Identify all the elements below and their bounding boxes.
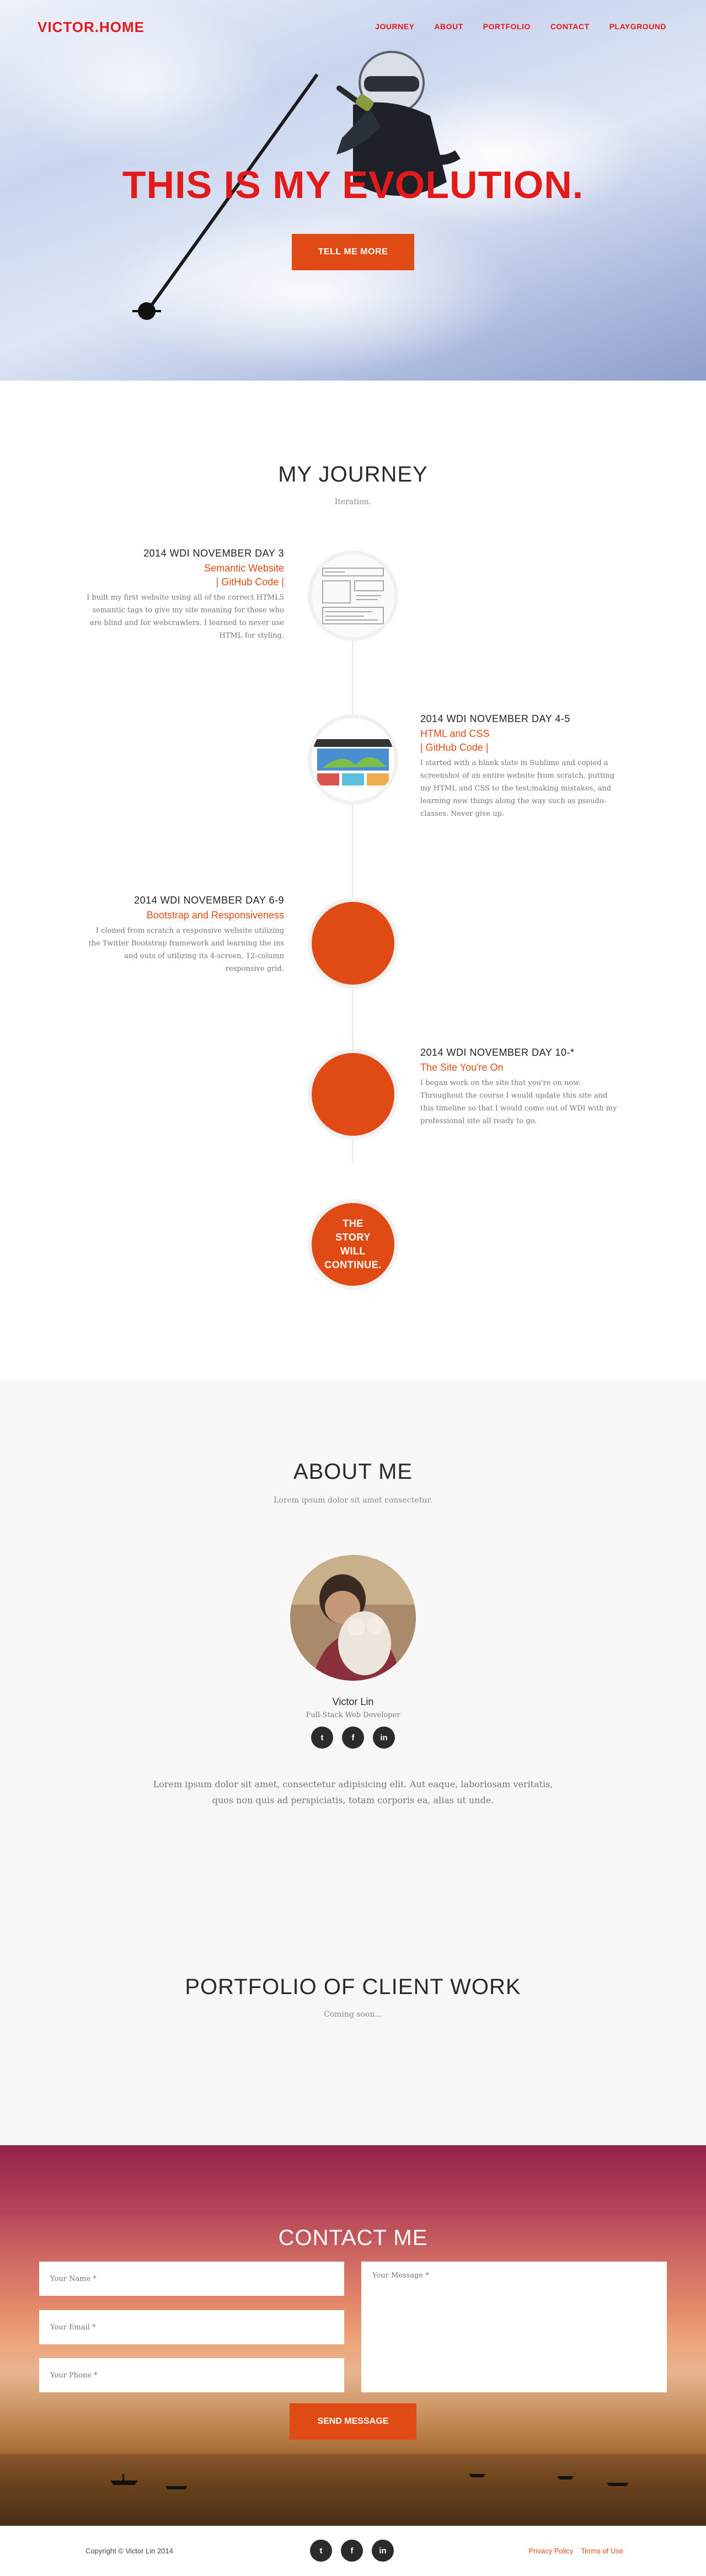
nav-portfolio[interactable]: PORTFOLIO	[483, 22, 531, 31]
about-social-links: t f in	[0, 1727, 706, 1749]
nav-journey[interactable]: JOURNEY	[375, 22, 414, 31]
about-text: Lorem ipsum dolor sit amet, consectetur …	[153, 1779, 553, 1805]
story-continue-circle: THE STORY WILL CONTINUE.	[308, 1199, 398, 1290]
timeline-item: 2014 WDI NOVEMBER DAY 3 Semantic Website…	[85, 548, 284, 642]
timeline-subtitle: The Site You're On	[420, 1062, 504, 1073]
hero-title: THIS IS MY EVOLUTION.	[122, 163, 584, 206]
timeline-date: 2014 WDI NOVEMBER DAY 6-9	[134, 895, 284, 906]
timeline-circle	[308, 898, 398, 988]
send-message-button[interactable]: SEND MESSAGE	[290, 2403, 416, 2440]
timeline-description: I started with a blank slate in Sublime …	[420, 759, 615, 818]
journey-title: MY JOURNEY	[278, 462, 428, 487]
wireframe-sketch-image	[312, 554, 394, 637]
terms-of-use-link[interactable]: Terms of Use	[581, 2547, 623, 2555]
website-screenshot-image	[312, 718, 394, 801]
phone-field[interactable]	[39, 2358, 344, 2392]
boats-silhouette	[0, 2454, 706, 2526]
facebook-icon[interactable]: f	[342, 1727, 364, 1749]
hero-section: VICTOR.HOME JOURNEY ABOUT PORTFOLIO CONT…	[0, 0, 706, 381]
main-nav: JOURNEY ABOUT PORTFOLIO CONTACT PLAYGROU…	[375, 22, 666, 31]
facebook-icon[interactable]: f	[341, 2540, 363, 2562]
github-code-link[interactable]: | GitHub Code |	[420, 742, 619, 753]
timeline-image	[308, 714, 398, 805]
timeline-item: 2014 WDI NOVEMBER DAY 4-5 HTML and CSS |…	[420, 713, 619, 820]
footer-links: Privacy Policy Terms of Use	[529, 2547, 624, 2555]
nav-playground[interactable]: PLAYGROUND	[609, 22, 666, 31]
linkedin-icon[interactable]: in	[372, 2540, 394, 2562]
timeline-subtitle: Bootstrap and Responsiveness	[146, 910, 284, 921]
contact-title: CONTACT ME	[278, 2226, 428, 2250]
privacy-policy-link[interactable]: Privacy Policy	[529, 2547, 574, 2555]
contact-section: CONTACT ME SEND MESSAGE	[0, 2145, 706, 2526]
timeline-subtitle: HTML and CSS	[420, 728, 490, 739]
twitter-icon[interactable]: t	[311, 1727, 333, 1749]
journey-subtitle: Iteration.	[334, 498, 372, 506]
timeline-date: 2014 WDI NOVEMBER DAY 10-*	[420, 1047, 575, 1058]
timeline-image	[308, 551, 398, 641]
profile-role: Full-Stack Web Developer	[306, 1711, 400, 1719]
avatar	[290, 1555, 416, 1681]
timeline-description: I began work on the site that you're on …	[420, 1079, 617, 1125]
linkedin-icon[interactable]: in	[373, 1727, 395, 1749]
timeline-date: 2014 WDI NOVEMBER DAY 3	[143, 548, 284, 559]
nav-about[interactable]: ABOUT	[434, 22, 463, 31]
profile-photo	[290, 1555, 416, 1681]
github-code-link[interactable]: | GitHub Code |	[85, 576, 284, 588]
about-title: ABOUT ME	[293, 1460, 413, 1484]
about-section: ABOUT ME Lorem ipsum dolor sit amet cons…	[0, 1380, 706, 2145]
timeline-item: 2014 WDI NOVEMBER DAY 10-* The Site You'…	[420, 1047, 619, 1127]
tell-me-more-button[interactable]: TELL ME MORE	[292, 234, 414, 270]
timeline-circle	[308, 1049, 398, 1140]
timeline-date: 2014 WDI NOVEMBER DAY 4-5	[420, 713, 570, 724]
copyright-text: Copyright © Victor Lin 2014	[85, 2547, 173, 2555]
profile-name: Victor Lin	[332, 1696, 374, 1707]
twitter-icon[interactable]: t	[310, 2540, 332, 2562]
timeline-subtitle: Semantic Website	[204, 563, 284, 574]
timeline-description: I built my first website using all of th…	[87, 594, 284, 640]
journey-section: MY JOURNEY Iteration. 2014 WDI NOVEMBER …	[0, 381, 706, 1380]
portfolio-title: PORTFOLIO OF CLIENT WORK	[185, 1975, 521, 1999]
footer: Copyright © Victor Lin 2014 t f in Priva…	[0, 2526, 706, 2576]
timeline-description: I cloned from scratch a responsive websi…	[88, 927, 285, 973]
portfolio-subtitle: Coming soon...	[324, 2010, 382, 2019]
timeline-item: 2014 WDI NOVEMBER DAY 6-9 Bootstrap and …	[85, 895, 285, 975]
email-field[interactable]	[39, 2310, 344, 2344]
message-field[interactable]	[361, 2262, 667, 2392]
about-subtitle: Lorem ipsum dolor sit amet consectetur.	[274, 1496, 432, 1505]
footer-social-links: t f in	[310, 2540, 394, 2562]
name-field[interactable]	[39, 2262, 344, 2296]
site-logo[interactable]: VICTOR.HOME	[38, 19, 145, 36]
nav-contact[interactable]: CONTACT	[550, 22, 590, 31]
